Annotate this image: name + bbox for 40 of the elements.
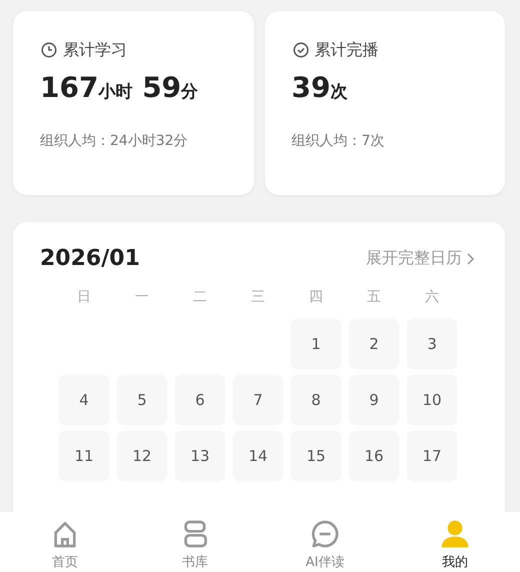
weekday-label: 六 [424, 288, 440, 307]
calendar-day[interactable]: 13 [175, 431, 225, 481]
calendar-day[interactable]: 16 [349, 431, 399, 481]
calendar-day[interactable]: 7 [233, 375, 283, 425]
nav-tab[interactable]: 书库 [130, 512, 260, 572]
stat-title: 累计学习 [63, 40, 127, 60]
month-title: 2026/01 [40, 246, 140, 271]
calendar-day[interactable]: 17 [407, 431, 457, 481]
calendar-day[interactable]: 5 [117, 375, 167, 425]
calendar-day[interactable]: 1 [291, 319, 341, 369]
weekday-label: 五 [366, 288, 382, 307]
stat-value: 39次 [292, 71, 348, 104]
calendar-day[interactable]: 3 [407, 319, 457, 369]
nav-tab[interactable]: 首页 [0, 512, 130, 572]
calendar-day[interactable]: 4 [59, 375, 109, 425]
nav-tab[interactable]: AI伴读 [260, 512, 390, 572]
calendar-day[interactable]: 8 [291, 375, 341, 425]
calendar-day[interactable]: 9 [349, 375, 399, 425]
stat-value: 167小时 59分 [40, 71, 198, 104]
chat-bubble-icon [309, 518, 341, 550]
weekday-label: 三 [250, 288, 266, 307]
nav-tab[interactable]: 我的 [390, 512, 520, 572]
stat-title: 累计完播 [314, 40, 378, 60]
calendar-day[interactable]: 15 [291, 431, 341, 481]
calendar-day[interactable]: 2 [349, 319, 399, 369]
organization-average: 组织人均：24小时32分 [40, 132, 188, 150]
check-circle-icon [292, 41, 310, 59]
organization-average: 组织人均：7次 [292, 132, 384, 150]
calendar-day[interactable]: 6 [175, 375, 225, 425]
calendar-day[interactable]: 11 [59, 431, 109, 481]
clock-icon [40, 41, 58, 59]
weekday-label: 日 [76, 288, 92, 307]
calendar-day[interactable]: 10 [407, 375, 457, 425]
calendar-day[interactable]: 14 [233, 431, 283, 481]
weekday-label: 二 [192, 288, 208, 307]
person-icon [439, 518, 471, 550]
chevron-right-icon [466, 252, 475, 266]
weekday-label: 一 [134, 288, 150, 307]
calendar-day[interactable]: 12 [117, 431, 167, 481]
weekday-label: 四 [308, 288, 324, 307]
